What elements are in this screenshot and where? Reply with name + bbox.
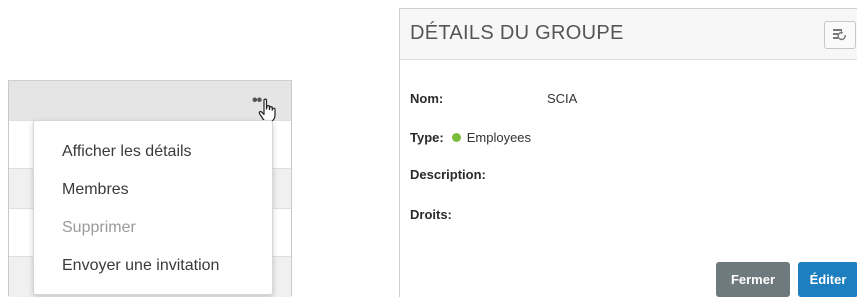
menu-item-members[interactable]: Membres [62, 181, 129, 199]
field-rights: Droits: [410, 207, 452, 222]
field-type-value: Employees [466, 130, 532, 145]
row-context-menu: Afficher les détails Membres Supprimer E… [33, 120, 273, 295]
field-description: Description: [410, 167, 486, 182]
menu-item-send-invitation[interactable]: Envoyer une invitation [62, 257, 219, 275]
refresh-button[interactable] [824, 21, 856, 49]
field-type-label: Type: [410, 130, 444, 145]
field-description-label: Description: [410, 167, 486, 182]
menu-item-show-details[interactable]: Afficher les détails [62, 143, 192, 161]
status-dot-icon [451, 133, 461, 142]
field-type: Type: Employees [410, 130, 531, 145]
field-rights-label: Droits: [410, 207, 452, 222]
close-button[interactable]: Fermer [716, 262, 790, 297]
field-name: Nom: [410, 91, 443, 106]
table-header [9, 80, 291, 121]
group-details-panel: DÉTAILS DU GROUPE Nom: SCIA Type: Employe… [399, 8, 857, 297]
menu-item-delete: Supprimer [62, 219, 136, 236]
panel-title: DÉTAILS DU GROUPE [410, 22, 624, 44]
refresh-icon [833, 29, 846, 41]
field-name-value: SCIA [547, 91, 578, 106]
field-name-label: Nom: [410, 91, 444, 106]
panel-header: DÉTAILS DU GROUPE [400, 9, 857, 60]
edit-button[interactable]: Éditer [798, 262, 857, 297]
